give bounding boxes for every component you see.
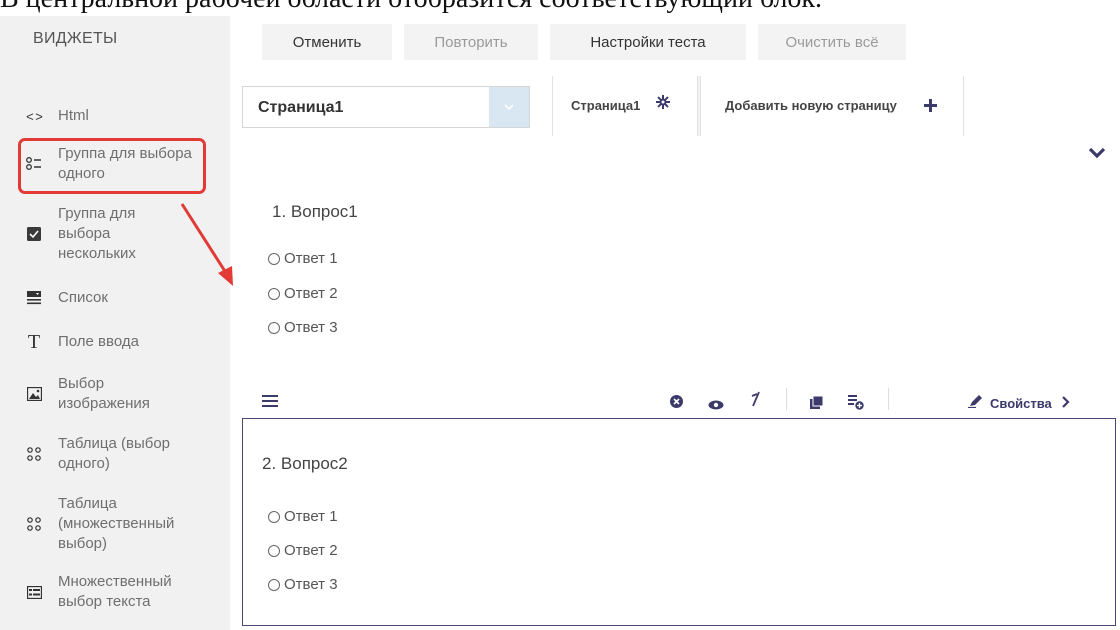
widget-label: Список: [58, 289, 108, 306]
widget-label: Группа для выбора нескольких: [58, 205, 136, 262]
answer-label: Ответ 1: [284, 250, 338, 267]
widget-html[interactable]: < > Html: [24, 106, 214, 126]
answer-option[interactable]: Ответ 2: [268, 542, 338, 559]
toolbar-divider: [786, 388, 787, 410]
tab-add-page-label: Добавить новую страницу: [725, 98, 897, 113]
answer-option[interactable]: Ответ 3: [268, 319, 338, 336]
answer-label: Ответ 3: [284, 319, 338, 336]
multitext-icon: [24, 582, 44, 602]
add-to-toolbox-icon[interactable]: [848, 394, 864, 415]
collapse-chevron-icon[interactable]: [1088, 146, 1106, 164]
page-select[interactable]: Страница1: [242, 86, 530, 128]
matrix-icon: [24, 444, 44, 464]
widget-label: Таблица (выбор одного): [58, 435, 171, 472]
properties-label: Свойства: [990, 396, 1052, 411]
image-icon: [24, 384, 44, 404]
widget-dropdown[interactable]: Список: [24, 288, 214, 308]
redo-button[interactable]: Повторить: [404, 24, 538, 60]
toolbar-divider: [888, 388, 889, 410]
tab-page1[interactable]: Страница1: [552, 76, 698, 136]
code-icon: < >: [26, 108, 43, 124]
test-settings-button[interactable]: Настройки теста: [550, 24, 746, 60]
question-title: 1. Вопрос1: [272, 202, 358, 221]
answer-label: Ответ 2: [284, 285, 338, 302]
widget-label: Выбор изображения: [58, 375, 150, 412]
widget-text[interactable]: T Поле ввода: [24, 330, 214, 353]
widget-matrix[interactable]: Таблица (выбор одного): [24, 434, 174, 474]
radio-button[interactable]: [268, 252, 280, 265]
widget-checkbox[interactable]: Группа для выбора нескольких: [24, 204, 144, 264]
drag-handle-icon[interactable]: [262, 394, 278, 412]
answer-label: Ответ 3: [284, 576, 338, 593]
undo-button[interactable]: Отменить: [262, 24, 392, 60]
annotation-arrow: [180, 203, 233, 286]
answer-label: Ответ 1: [284, 508, 338, 525]
widgets-sidebar: ВИДЖЕТЫ < > Html Группа для выбора одног…: [0, 16, 230, 630]
required-icon[interactable]: [750, 390, 762, 413]
gear-icon[interactable]: [656, 95, 670, 112]
matrix-multi-icon: [24, 514, 44, 534]
clear-all-button[interactable]: Очистить всё: [758, 24, 906, 60]
sidebar-title: ВИДЖЕТЫ: [33, 30, 118, 47]
radio-button[interactable]: [268, 510, 280, 523]
tab-page1-label: Страница1: [571, 98, 641, 113]
radio-button[interactable]: [268, 287, 280, 300]
radio-button[interactable]: [268, 544, 280, 557]
question-block-selected[interactable]: [242, 418, 1116, 626]
answer-label: Ответ 2: [284, 542, 338, 559]
question-title: 2. Вопрос2: [262, 454, 348, 473]
delete-icon[interactable]: [670, 395, 683, 413]
checkbox-icon: [24, 224, 44, 244]
eye-icon[interactable]: [708, 397, 724, 415]
answer-option[interactable]: Ответ 3: [268, 576, 338, 593]
answer-option[interactable]: Ответ 1: [268, 508, 338, 525]
radio-button[interactable]: [268, 321, 280, 334]
answer-option[interactable]: Ответ 2: [268, 285, 338, 302]
widget-multitext[interactable]: Множественный выбор текста: [24, 572, 184, 612]
tab-add-page[interactable]: Добавить новую страницу: [700, 76, 964, 136]
widget-image[interactable]: Выбор изображения: [24, 374, 154, 414]
copy-icon[interactable]: [810, 395, 824, 414]
document-caption: В центральной рабочей области отобразитс…: [0, 0, 1120, 16]
properties-button[interactable]: Свойства: [968, 394, 1070, 413]
dropdown-icon: [24, 288, 44, 308]
widget-matrix-multi[interactable]: Таблица (множественный выбор): [24, 494, 184, 554]
chevron-down-icon[interactable]: [489, 87, 529, 127]
widget-label: Множественный выбор текста: [58, 573, 172, 610]
plus-icon[interactable]: [924, 99, 937, 115]
widget-label: Html: [58, 107, 89, 124]
answer-option[interactable]: Ответ 1: [268, 250, 338, 267]
chevron-right-icon: [1062, 395, 1070, 413]
widget-label: Таблица (множественный выбор): [58, 495, 175, 552]
pencil-icon: [968, 394, 984, 413]
radio-button[interactable]: [268, 578, 280, 591]
page-select-value: Страница1: [258, 99, 344, 116]
text-icon: T: [27, 330, 41, 353]
widget-label: Поле ввода: [58, 333, 139, 350]
